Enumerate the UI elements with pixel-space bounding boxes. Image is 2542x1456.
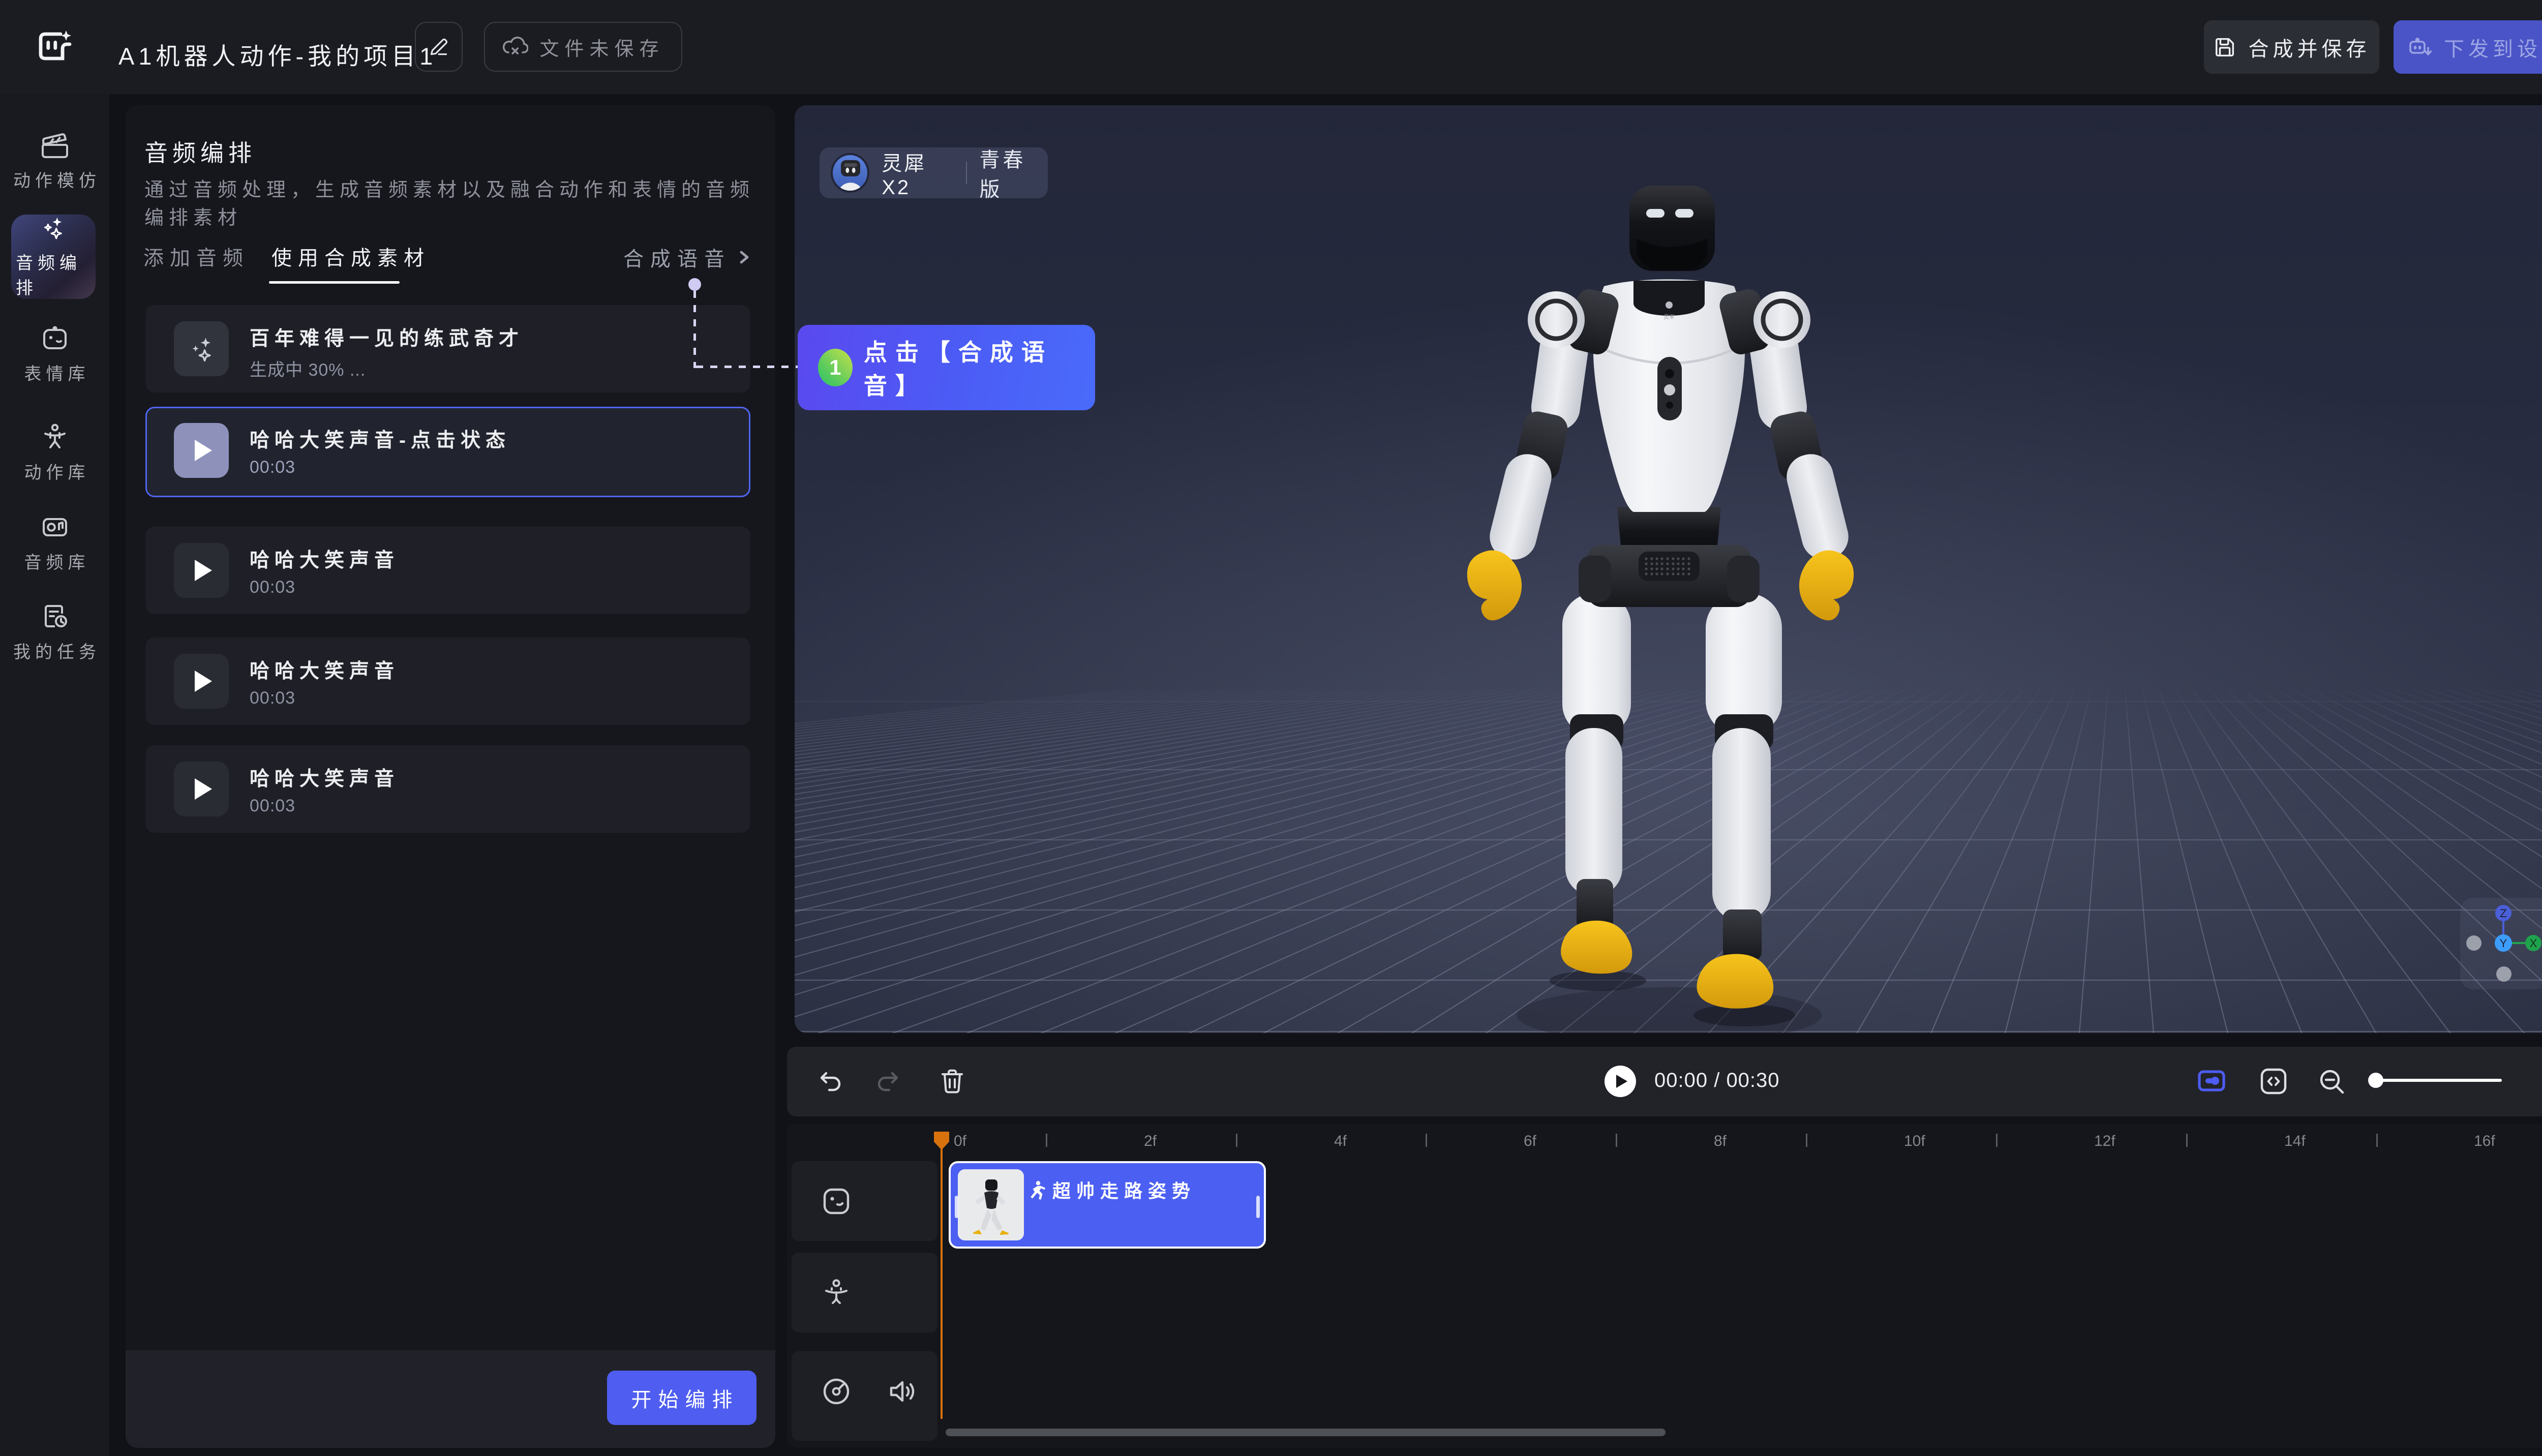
- svg-text:Z: Z: [2500, 907, 2506, 920]
- svg-text:灵牢: 灵牢: [1663, 313, 1675, 320]
- svg-text:Y: Y: [2500, 937, 2507, 950]
- svg-text:X: X: [2530, 937, 2537, 950]
